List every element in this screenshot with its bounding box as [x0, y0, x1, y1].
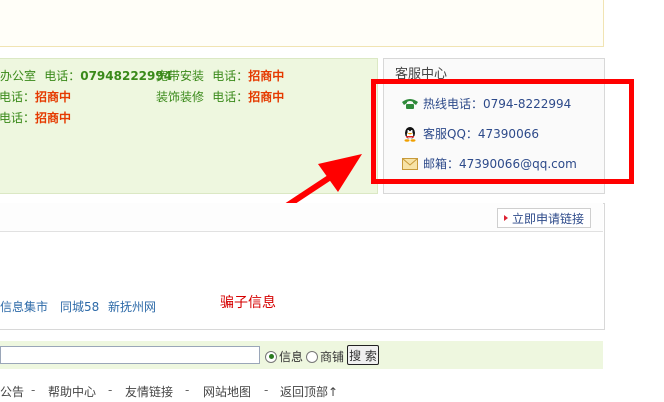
ad-tel-label: 电话：: [212, 90, 249, 104]
radio-dot[interactable]: [306, 350, 318, 363]
radio-shop-label: 商铺: [320, 350, 345, 364]
ad-row-2-right[interactable]: 装饰装修 电话：招商中: [156, 88, 284, 105]
highlight-box: [371, 79, 634, 184]
search-button[interactable]: 搜 索: [347, 345, 379, 365]
ad-tel: 招商中: [248, 69, 285, 83]
search-input[interactable]: [0, 346, 260, 364]
ad-tel: 招商中: [35, 111, 72, 125]
footer-separator: -: [108, 383, 113, 397]
radio-info[interactable]: 信息: [265, 348, 303, 365]
footer-separator: -: [185, 383, 190, 397]
radio-shop[interactable]: 商铺: [306, 348, 344, 365]
radio-info-label: 信息: [279, 350, 304, 364]
ad-name: 装饰装修: [156, 90, 205, 104]
apply-link-label: 立即申请链接: [511, 211, 584, 226]
footer-link[interactable]: 友情链接: [125, 383, 173, 400]
ad-row-3[interactable]: 电话：招商中: [0, 109, 71, 126]
ad-tel-label: 电话：: [0, 90, 36, 104]
scam-annotation-label: 骗子信息: [220, 295, 276, 311]
friend-link[interactable]: 同城58: [60, 298, 99, 315]
ad-tel-label: 电话：: [212, 69, 249, 83]
ad-row-2[interactable]: 电话：招商中: [0, 88, 71, 105]
apply-link-button[interactable]: 立即申请链接: [497, 208, 591, 228]
ad-tel: 招商中: [248, 90, 285, 104]
friend-link[interactable]: 信息集市: [0, 298, 48, 315]
footer-link[interactable]: 公告: [0, 383, 24, 400]
ad-tel: 招商中: [35, 90, 72, 104]
ad-name: 宽带安装: [156, 69, 205, 83]
footer-link[interactable]: 网站地图: [203, 383, 251, 400]
footer-link-back-to-top[interactable]: 返回顶部↑: [280, 383, 338, 400]
ad-row-1-right[interactable]: 宽带安装 电话：招商中: [156, 67, 284, 84]
ad-tel-label: 电话：: [44, 69, 81, 83]
triangle-right-icon: [503, 215, 508, 221]
ad-name: 办公室: [0, 69, 37, 83]
top-content-box: [0, 0, 604, 47]
footer-separator: -: [264, 383, 269, 397]
ad-tel-label: 电话：: [0, 111, 36, 125]
ad-row-1[interactable]: 办公室 电话：07948222994: [0, 67, 172, 84]
footer-link[interactable]: 帮助中心: [48, 383, 96, 400]
friend-link[interactable]: 新抚州网: [108, 298, 156, 315]
radio-dot-selected[interactable]: [265, 350, 277, 363]
footer-separator: -: [31, 383, 36, 397]
